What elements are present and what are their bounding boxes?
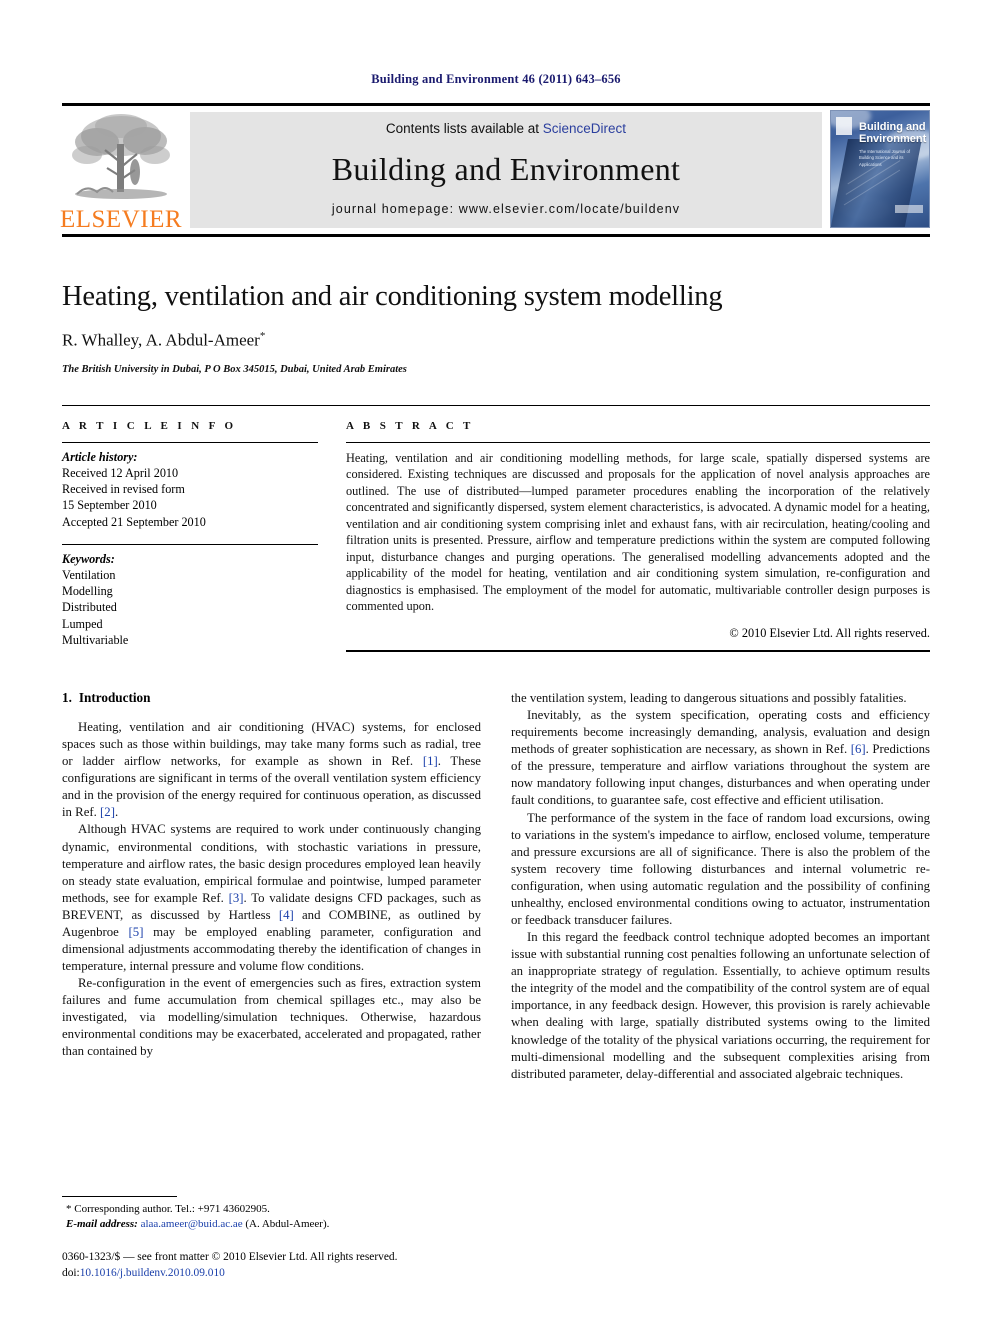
- author-names: R. Whalley, A. Abdul-Ameer: [62, 330, 260, 350]
- title-block: Heating, ventilation and air conditionin…: [62, 281, 930, 375]
- section-heading-introduction: 1. Introduction: [62, 690, 481, 706]
- body-left-column: 1. Introduction Heating, ventilation and …: [62, 690, 481, 1083]
- issn-block: 0360-1323/$ — see front matter © 2010 El…: [62, 1250, 462, 1281]
- keyword-item: Ventilation: [62, 567, 116, 582]
- author-list: R. Whalley, A. Abdul-Ameer*: [62, 330, 930, 351]
- email-owner: (A. Abdul-Ameer).: [245, 1218, 330, 1231]
- reference-link[interactable]: [4]: [279, 908, 294, 922]
- email-link[interactable]: alaa.ameer@buid.ac.ae: [141, 1218, 243, 1230]
- info-abstract-region: A R T I C L E I N F O Article history: R…: [62, 404, 930, 652]
- abstract-column: A B S T R A C T Heating, ventilation and…: [346, 420, 930, 652]
- reference-link[interactable]: [2]: [100, 805, 115, 819]
- elsevier-tree-icon: [67, 110, 175, 206]
- paragraph: Re-configuration in the event of emergen…: [62, 976, 481, 1059]
- cover-elsevier-mark: [895, 205, 923, 213]
- keyword-item: Multivariable: [62, 632, 129, 647]
- keyword-item: Modelling: [62, 584, 113, 599]
- body-columns: 1. Introduction Heating, ventilation and …: [62, 690, 930, 1083]
- cover-title-line1: Building and: [859, 121, 926, 133]
- journal-masthead: ELSEVIER Contents lists available at Sci…: [59, 103, 930, 234]
- reference-link[interactable]: [6]: [851, 742, 866, 756]
- journal-homepage-link[interactable]: journal homepage: www.elsevier.com/locat…: [332, 202, 680, 216]
- elsevier-wordmark: ELSEVIER: [59, 206, 183, 233]
- reference-link[interactable]: [1]: [423, 754, 438, 768]
- reference-link[interactable]: [3]: [229, 891, 244, 905]
- doi-label: doi:: [62, 1266, 80, 1279]
- history-item: Accepted 21 September 2010: [62, 514, 206, 529]
- running-head: Building and Environment 46 (2011) 643–6…: [371, 72, 621, 86]
- journal-title: Building and Environment: [331, 150, 681, 187]
- elsevier-logo: ELSEVIER: [59, 106, 183, 234]
- body-right-column: the ventilation system, leading to dange…: [511, 690, 930, 1083]
- reference-link[interactable]: [5]: [129, 925, 144, 939]
- paragraph: The performance of the system in the fac…: [511, 810, 930, 927]
- article-history: Article history: Received 12 April 2010 …: [62, 443, 318, 530]
- contents-list-line: Contents lists available at ScienceDirec…: [386, 121, 626, 136]
- keywords-label: Keywords:: [62, 551, 115, 566]
- masthead-bottom-rule: [62, 234, 930, 237]
- footnote-rule: [62, 1195, 177, 1197]
- page-title: Heating, ventilation and air conditionin…: [62, 281, 723, 312]
- history-item: Received 12 April 2010: [62, 465, 179, 480]
- history-item: Received in revised form: [62, 482, 185, 497]
- corresponding-author-marker: *: [259, 330, 266, 342]
- paragraph: the ventilation system, leading to dange…: [511, 690, 907, 705]
- section-number: 1.: [62, 689, 72, 705]
- footnote-block: * Corresponding author. Tel.: +971 43602…: [62, 1195, 462, 1281]
- affiliation: The British University in Dubai, P O Box…: [62, 363, 407, 375]
- issn-line: 0360-1323/$ — see front matter © 2010 El…: [62, 1251, 398, 1264]
- cover-subtitle: The International Journal of Building Sc…: [859, 149, 910, 167]
- paragraph: In this regard the feedback control tech…: [511, 930, 930, 1081]
- abstract-copyright: © 2010 Elsevier Ltd. All rights reserved…: [729, 625, 930, 640]
- cover-title-line2: Environment: [859, 133, 927, 146]
- paragraph: Heating, ventilation and air conditionin…: [62, 719, 481, 821]
- journal-cover-thumbnail: Building and Environment The Internation…: [830, 110, 930, 228]
- email-label: E-mail address:: [66, 1218, 138, 1231]
- doi-link[interactable]: 10.1016/j.buildenv.2010.09.010: [80, 1267, 225, 1279]
- contents-prefix: Contents lists available at: [385, 121, 540, 136]
- journal-info-panel: Contents lists available at ScienceDirec…: [190, 112, 822, 228]
- abstract-bottom-rule: [346, 649, 930, 652]
- history-item: 15 September 2010: [62, 498, 157, 513]
- paragraph-text: .: [114, 805, 119, 820]
- cover-title: Building and Environment: [859, 121, 926, 146]
- keywords-list: Keywords: Ventilation Modelling Distribu…: [62, 545, 318, 648]
- keyword-item: Lumped: [62, 616, 103, 631]
- paragraph: Although HVAC systems are required to wo…: [62, 821, 481, 975]
- corresponding-author-note: * Corresponding author. Tel.: +971 43602…: [66, 1202, 270, 1215]
- sciencedirect-link[interactable]: ScienceDirect: [543, 121, 626, 136]
- paper-page: Building and Environment 46 (2011) 643–6…: [0, 0, 992, 1323]
- article-history-label: Article history:: [62, 449, 138, 464]
- doi-line: doi:10.1016/j.buildenv.2010.09.010: [62, 1266, 462, 1281]
- email-note: E-mail address: alaa.ameer@buid.ac.ae (A…: [62, 1217, 462, 1232]
- abstract-text: Heating, ventilation and air conditionin…: [346, 450, 930, 614]
- abstract-heading: A B S T R A C T: [346, 419, 474, 432]
- article-info-column: A R T I C L E I N F O Article history: R…: [62, 420, 318, 652]
- paragraph-text: Heating, ventilation and air conditionin…: [62, 719, 481, 769]
- keyword-item: Distributed: [62, 600, 117, 615]
- paragraph: Inevitably, as the system specification,…: [511, 707, 930, 809]
- article-info-heading: A R T I C L E I N F O: [62, 419, 237, 432]
- section-title: Introduction: [78, 689, 151, 705]
